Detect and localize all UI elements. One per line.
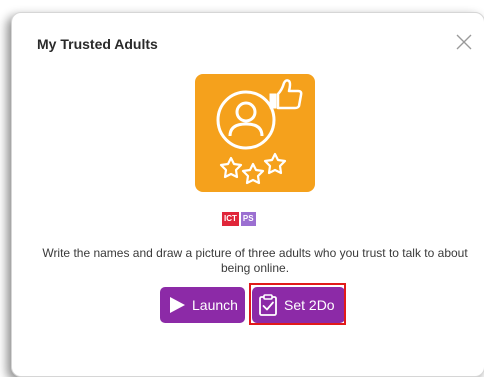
app-icon-tile [195, 74, 315, 192]
set-2do-button[interactable]: Set 2Do [252, 287, 345, 323]
ps-badge: PS [240, 212, 256, 226]
clipboard-check-icon [259, 294, 277, 316]
play-icon [170, 297, 185, 313]
ict-badge: ICT [222, 212, 239, 226]
dialog-title: My Trusted Adults [37, 36, 158, 52]
set-2do-button-label: Set 2Do [284, 297, 335, 313]
launch-button[interactable]: Launch [160, 287, 245, 323]
close-icon[interactable] [455, 33, 473, 51]
dialog [11, 12, 484, 377]
launch-button-label: Launch [192, 297, 238, 313]
subject-badges: ICT PS [222, 212, 256, 226]
activity-description: Write the names and draw a picture of th… [42, 246, 468, 275]
trusted-adult-thumbs-up-stars-icon [216, 79, 303, 185]
